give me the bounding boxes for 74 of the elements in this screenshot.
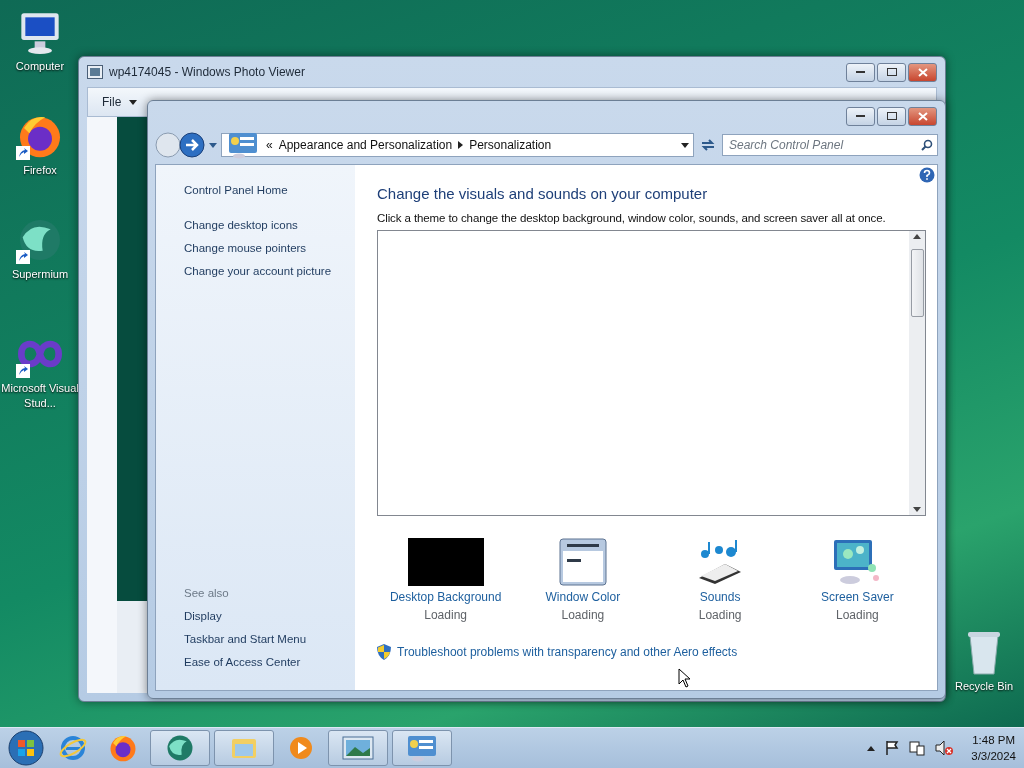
taskbar-button[interactable]	[150, 730, 210, 766]
minimize-button[interactable]	[846, 62, 875, 82]
dropdown-caret-icon[interactable]	[681, 142, 689, 148]
desktop-icon-label[interactable]: Microsoft Visual Stud...	[0, 381, 80, 411]
wallpaper-thumbnail[interactable]	[407, 538, 484, 586]
minimize-button[interactable]	[846, 106, 875, 126]
clock-time[interactable]: 1:48 PM	[972, 732, 1016, 748]
speaker-muted-icon[interactable]	[935, 740, 954, 756]
photo-viewer-icon	[87, 65, 103, 79]
address-bar[interactable]: « Appearance and Personalization Personalization	[221, 133, 694, 157]
setting-link[interactable]: Window Color	[545, 590, 621, 604]
firefox-icon	[108, 733, 138, 763]
close-icon	[917, 67, 928, 77]
shield-icon	[377, 644, 391, 660]
sidebar-link[interactable]: Taskbar and Start Menu	[184, 628, 355, 651]
clock-date[interactable]: 3/3/2024	[971, 748, 1016, 764]
setting-link[interactable]: Desktop Background	[389, 590, 502, 604]
control-panel-icon[interactable]	[405, 734, 439, 762]
window-title: wp4174045 - Windows Photo Viewer	[109, 65, 306, 79]
supermium-icon	[165, 733, 195, 763]
scroll-down-icon[interactable]	[913, 507, 921, 512]
desktop-icon-label[interactable]: Recycle Bin	[954, 679, 1014, 694]
breadcrumb-item[interactable]: Personalization	[469, 138, 552, 152]
maximize-icon	[886, 68, 897, 76]
sidebar-link[interactable]: Change your account picture	[184, 260, 355, 283]
maximize-icon	[886, 112, 897, 120]
shortcut-arrow-icon	[16, 364, 30, 378]
setting-status: Loading	[836, 608, 879, 622]
taskbar-button[interactable]	[392, 730, 452, 766]
control-panel-icon[interactable]	[226, 131, 260, 159]
setting-link[interactable]: Screen Saver	[821, 590, 894, 604]
close-button[interactable]	[908, 106, 937, 126]
maximize-button[interactable]	[877, 106, 906, 126]
troubleshoot-link[interactable]: Troubleshoot problems with transparency and other Aero effects	[397, 645, 738, 659]
scroll-up-icon[interactable]	[913, 234, 921, 239]
setting-link[interactable]: Sounds	[699, 590, 741, 604]
shortcut-arrow-icon	[16, 146, 30, 160]
sidebar-link[interactable]: Change desktop icons	[184, 214, 355, 237]
search-icon[interactable]	[921, 139, 933, 151]
minimize-icon	[856, 71, 865, 73]
close-icon	[917, 111, 928, 121]
sidebar-link[interactable]: Change mouse pointers	[184, 237, 355, 260]
scroll-thumb[interactable]	[910, 249, 924, 317]
breadcrumb-separator-icon[interactable]	[458, 141, 464, 149]
breadcrumb-item[interactable]: Appearance and Personalization	[278, 138, 453, 152]
see-also-heading: See also	[184, 586, 230, 601]
help-icon[interactable]	[919, 167, 935, 183]
show-hidden-icons-button[interactable]	[867, 745, 876, 751]
sidebar-link[interactable]: Display	[184, 605, 355, 628]
start-button[interactable]	[6, 729, 46, 767]
setting-status: Loading	[561, 608, 605, 622]
page-heading: Change the visuals and sounds on your computer	[377, 185, 709, 202]
window-color-icon[interactable]	[558, 538, 607, 586]
mouse-cursor-icon	[678, 668, 692, 688]
network-icon[interactable]	[909, 740, 926, 756]
setting-status: Loading	[424, 608, 467, 622]
page-description: Click a theme to change the desktop background, window color, sounds, and screen saver all at once.	[377, 212, 887, 224]
landscape-photo-icon[interactable]	[341, 734, 375, 762]
desktop-icon-label[interactable]: Computer	[15, 59, 65, 74]
sidebar-link[interactable]: Control Panel Home	[184, 179, 355, 202]
maximize-button[interactable]	[877, 62, 906, 82]
search-field[interactable]: Search Control Panel	[722, 134, 938, 156]
breadcrumb-chevron[interactable]: «	[266, 138, 273, 152]
forward-button[interactable]	[179, 132, 205, 158]
desktop-icon-label[interactable]: Supermium	[11, 267, 69, 282]
shortcut-arrow-icon	[16, 250, 30, 264]
setting-status: Loading	[698, 608, 742, 622]
desktop-icon-label[interactable]: Firefox	[23, 163, 57, 178]
dropdown-caret-icon[interactable]	[129, 99, 138, 105]
close-button[interactable]	[908, 62, 937, 82]
flag-icon[interactable]	[885, 740, 900, 756]
taskbar-button[interactable]	[328, 730, 388, 766]
menu-item[interactable]: File	[102, 95, 122, 109]
sidebar-link[interactable]: Ease of Access Center	[184, 651, 355, 674]
